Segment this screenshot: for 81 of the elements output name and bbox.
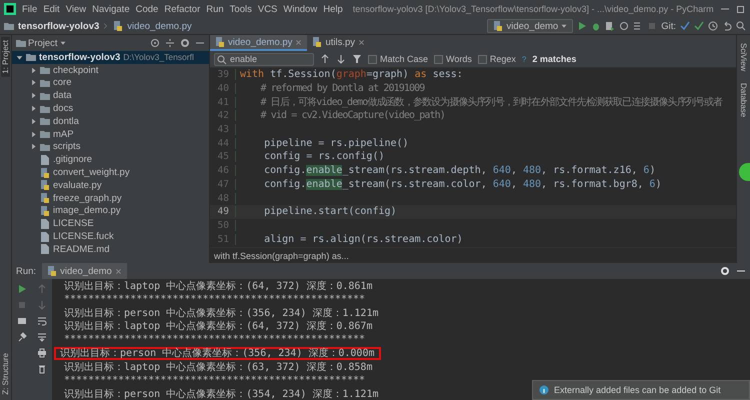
console-line: 识别出目标：laptop 中心点像素坐标：(63, 372) 深度：0.858m xyxy=(63,360,374,374)
console-line: 识别出目标：laptop 中心点像素坐标：(64, 372) 深度：0.867m xyxy=(63,320,374,333)
menu-item[interactable]: Window xyxy=(283,4,318,14)
menu-item[interactable]: Run xyxy=(206,4,224,14)
menu-item[interactable]: Refactor xyxy=(164,4,200,14)
tree-item[interactable]: checkpoint xyxy=(12,64,209,77)
tree-item[interactable]: README.md xyxy=(12,242,209,256)
code-line: config.enable_stream(rs.stream.depth, 640, 480, rs.format.z16, 6) xyxy=(263,165,656,176)
project-path: D:\Yolov3_Tensorfl xyxy=(123,52,194,62)
notification-balloon[interactable]: Externally added files can be added to Git xyxy=(532,380,750,400)
tool-window-tab[interactable]: Z: Structure xyxy=(1,350,10,398)
menu-item[interactable]: Edit xyxy=(43,4,60,14)
run-tab[interactable]: video_demo xyxy=(42,263,127,279)
line-number: 41 xyxy=(210,96,236,108)
console-line: 识别出目标：person 中心点像素坐标：(356, 234) 深度：1.121m xyxy=(63,306,380,320)
option-checkbox[interactable]: Words xyxy=(434,54,472,64)
run-label: Run: xyxy=(16,266,36,276)
option-checkbox[interactable]: Regex xyxy=(478,54,516,64)
menu-item[interactable]: Navigate xyxy=(92,4,130,14)
help-link[interactable]: ? xyxy=(522,54,526,64)
code-line: align = rs.align(rs.stream.color) xyxy=(263,234,463,245)
vcs-label: Git: xyxy=(661,20,676,32)
tree-item[interactable]: LICENSE.fuck xyxy=(12,230,209,243)
tool-window-tab[interactable]: Database xyxy=(739,79,748,122)
tree-item[interactable]: LICENSE xyxy=(12,217,209,230)
code-line: pipeline = rs.pipeline() xyxy=(263,138,409,149)
tree-item[interactable]: image_demo.py xyxy=(12,204,209,218)
code-line: config = rs.config() xyxy=(263,151,384,162)
menu-item[interactable]: Help xyxy=(323,4,343,14)
line-number: 39 xyxy=(210,69,236,80)
run-configuration-dropdown[interactable]: video_demo xyxy=(487,19,574,33)
option-checkbox[interactable]: Match Case xyxy=(368,54,428,64)
tree-item[interactable]: core xyxy=(12,76,209,90)
tree-item[interactable]: scripts xyxy=(12,140,209,154)
code-breadcrumb[interactable]: with tf.Session(graph=graph) as... xyxy=(214,250,349,260)
code-line: # vid = cv2.VideoCapture(video_path) xyxy=(259,110,445,122)
console-line: ************************************************** xyxy=(63,333,366,346)
code-line: # 日后，可将video_demo做成函数，参数设为摄像头序列号，到时在外部文件先检测获取已连接摄像头序列号或者 xyxy=(259,96,722,110)
tool-window-tab[interactable]: SciView xyxy=(739,39,748,76)
line-number: 50 xyxy=(210,220,236,231)
menu-item[interactable]: View xyxy=(66,4,86,14)
menu-item[interactable]: VCS xyxy=(258,4,278,14)
editor-tab[interactable]: utils.py xyxy=(307,35,370,51)
menu-item[interactable]: Tools xyxy=(230,4,252,14)
code-line: pipeline.start(config) xyxy=(263,206,397,218)
menu-item[interactable]: Code xyxy=(136,4,158,14)
tree-item[interactable]: freeze_graph.py xyxy=(12,192,209,205)
tree-item[interactable]: docs xyxy=(12,102,209,115)
tool-window-tab[interactable]: 1: Project xyxy=(1,37,10,77)
menu-item[interactable]: File xyxy=(22,4,38,14)
code-line: # reformed by Dontla at 20191009 xyxy=(259,83,424,94)
tree-item[interactable]: tensorflow-yolov3 D:\Yolov3_Tensorfl xyxy=(12,51,209,64)
tree-item[interactable]: evaluate.py xyxy=(12,178,209,192)
tree-item[interactable]: data xyxy=(12,89,209,102)
editor-tab[interactable]: video_demo.py xyxy=(210,35,308,51)
tree-item[interactable]: mAP xyxy=(12,128,209,141)
tree-item[interactable]: dontla xyxy=(12,114,209,128)
search-field[interactable]: enable xyxy=(214,52,314,66)
window-title: tensorflow-yolov3 [D:\Yolov3_Tensorflow\tensorflow-yolov3] - ...\video_demo.py - PyCharm xyxy=(352,4,714,14)
project-view-dropdown[interactable]: Project xyxy=(16,38,66,48)
line-number: 40 xyxy=(210,83,236,94)
line-number: 42 xyxy=(210,110,236,122)
line-number: 47 xyxy=(210,178,236,190)
match-count: 2 matches xyxy=(532,54,576,64)
console-line: 识别出目标：person 中心点像素坐标：(354, 234) 深度：1.121m xyxy=(63,388,380,400)
breadcrumb-item[interactable]: video_demo.py xyxy=(127,20,192,32)
line-number: 46 xyxy=(210,165,236,176)
console-line: 识别出目标：laptop 中心点像素坐标：(64, 372) 深度：0.861m xyxy=(63,280,374,292)
console-line: ************************************************** xyxy=(63,292,366,306)
console-line: ************************************************** xyxy=(63,374,366,387)
code-line: with tf.Session(graph=graph) as sess: xyxy=(239,69,463,80)
code-line: config.enable_stream(rs.stream.color, 640, 480, rs.format.bgr8, 6) xyxy=(263,178,662,190)
line-number: 49 xyxy=(210,206,236,218)
line-number: 44 xyxy=(210,138,236,149)
line-number: 48 xyxy=(210,192,236,204)
tree-item[interactable]: convert_weight.py xyxy=(12,166,209,179)
tree-item[interactable]: .gitignore xyxy=(12,153,209,166)
line-number: 51 xyxy=(210,234,236,245)
line-number: 43 xyxy=(210,124,236,136)
breadcrumb-item[interactable]: tensorflow-yolov3 xyxy=(18,20,100,32)
line-number: 45 xyxy=(210,151,236,162)
